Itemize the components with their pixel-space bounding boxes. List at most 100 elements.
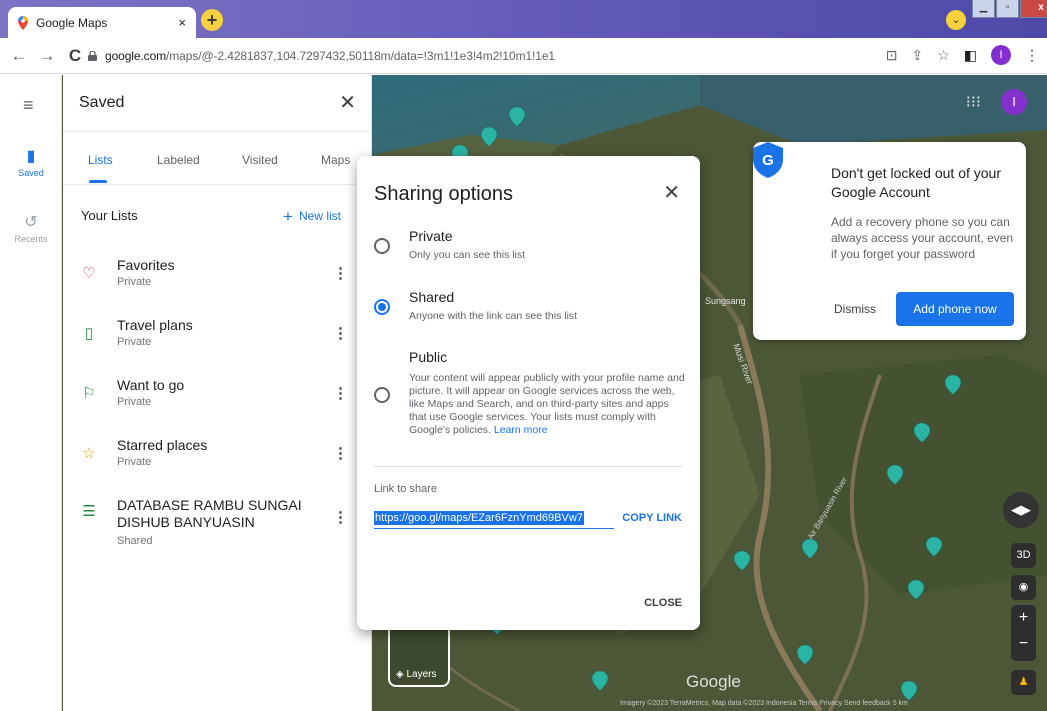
bookmark-star-icon[interactable]: ☆ <box>937 47 950 64</box>
list-item-starred-places[interactable]: ☆ Starred places Private ⋮ <box>63 428 372 486</box>
list-item-travel-plans[interactable]: ▯ Travel plans Private ⋮ <box>63 308 372 366</box>
tab-visited[interactable]: Visited <box>242 153 278 167</box>
your-lists-title: Your Lists <box>81 208 138 223</box>
option-shared[interactable]: Shared Anyone with the link can see this… <box>357 287 700 333</box>
copy-link-button[interactable]: COPY LINK <box>622 512 682 524</box>
map-label-sungsang: Sungsang <box>705 296 746 306</box>
rail-recents-label: Recents <box>14 234 48 244</box>
browser-tab[interactable]: Google Maps × <box>8 7 196 38</box>
radio-shared[interactable] <box>374 299 390 315</box>
google-apps-icon[interactable]: ⁝⁝⁝ <box>966 92 981 112</box>
option-desc: Only you can see this list <box>409 249 526 261</box>
browser-menu-icon[interactable]: ⋮ <box>1025 47 1039 64</box>
add-phone-now-button[interactable]: Add phone now <box>896 292 1014 326</box>
panel-tabs: Lists Labeled Visited Maps <box>63 132 372 185</box>
address-bar-actions: ⊡ ⇪ ☆ ◧ I ⋮ <box>886 45 1039 65</box>
share-link-field[interactable]: https://goo.gl/maps/EZar6FznYmd69BVw7 <box>374 509 614 529</box>
minimize-icon[interactable]: ▁ <box>972 0 995 18</box>
address-bar: ← → C google.com/maps/@-2.4281837,104.72… <box>0 38 1047 74</box>
saved-panel: Saved ✕ Lists Labeled Visited Maps Your … <box>63 75 372 711</box>
more-options-icon[interactable]: ⋮ <box>333 444 348 462</box>
radio-public[interactable] <box>374 387 390 403</box>
list-name: DATABASE RAMBU SUNGAI DISHUB BANYUASIN <box>117 497 302 530</box>
more-options-icon[interactable]: ⋮ <box>333 264 348 282</box>
option-title: Private <box>409 228 453 244</box>
tab-maps[interactable]: Maps <box>321 153 350 167</box>
maps-pin-icon <box>18 15 28 30</box>
more-options-icon[interactable]: ⋮ <box>333 384 348 402</box>
zoom-control: + − <box>1011 605 1036 661</box>
back-arrow-icon[interactable]: ← <box>8 46 30 66</box>
pegman-icon[interactable]: ♟ <box>1011 670 1036 695</box>
lists-header: Your Lists + New list <box>63 185 372 245</box>
url-path: /maps/@-2.4281837,104.7297432,50118m/dat… <box>166 49 555 63</box>
tab-labeled[interactable]: Labeled <box>157 153 200 167</box>
dialog-divider <box>374 466 682 467</box>
option-public[interactable]: Public Your content will appear publicly… <box>357 347 700 447</box>
dismiss-button[interactable]: Dismiss <box>815 292 895 326</box>
suitcase-icon: ▯ <box>84 325 94 342</box>
panel-title: Saved <box>79 94 125 111</box>
list-name: Favorites <box>117 257 175 273</box>
bookmark-icon: ▮ <box>26 148 36 165</box>
panel-close-icon[interactable]: ✕ <box>339 90 356 115</box>
list-item-database-rambu[interactable]: ☰ DATABASE RAMBU SUNGAI DISHUB BANYUASIN… <box>63 488 372 568</box>
list-item-want-to-go[interactable]: ⚐ Want to go Private ⋮ <box>63 368 372 426</box>
active-tab-indicator <box>89 180 107 183</box>
option-private[interactable]: Private Only you can see this list <box>357 226 700 272</box>
rail-item-saved[interactable]: ▮ Saved <box>0 146 62 178</box>
card-body: Add a recovery phone so you can always a… <box>831 215 1014 261</box>
option-desc: Anyone with the link can see this list <box>409 310 578 322</box>
google-shield-icon: G <box>753 142 783 178</box>
list-name: Want to go <box>117 377 185 393</box>
menu-icon[interactable]: ≡ <box>23 95 34 116</box>
my-location-icon[interactable]: ◉ <box>1011 575 1036 600</box>
list-item-favorites[interactable]: ♡ Favorites Private ⋮ <box>63 248 372 306</box>
browser-titlebar: Google Maps × + ⌄ ▁ ▫ x <box>0 0 1047 38</box>
rail-item-recents[interactable]: ↺ Recents <box>0 212 62 244</box>
more-options-icon[interactable]: ⋮ <box>333 508 348 526</box>
restore-icon[interactable]: ▫ <box>996 0 1019 18</box>
sidepanel-icon[interactable]: ◧ <box>964 47 977 64</box>
new-list-button[interactable]: + New list <box>283 207 341 227</box>
flag-icon: ⚐ <box>82 385 96 402</box>
recovery-phone-card: G Don't get locked out of your Google Ac… <box>753 142 1026 340</box>
url-text: google.com/maps/@-2.4281837,104.7297432,… <box>105 49 555 63</box>
new-tab-button[interactable]: + <box>201 9 223 31</box>
zoom-in-icon[interactable]: + <box>1011 605 1036 631</box>
rail-saved-label: Saved <box>18 168 44 178</box>
url-omnibox[interactable]: google.com/maps/@-2.4281837,104.7297432,… <box>88 43 878 69</box>
layers-label: ◈ Layers <box>396 669 437 680</box>
list-name: Travel plans <box>117 317 193 333</box>
card-title: Don't get locked out of your Google Acco… <box>831 165 1001 200</box>
sharing-options-dialog: Sharing options ✕ Private Only you can s… <box>357 156 700 630</box>
dialog-close-icon[interactable]: ✕ <box>663 180 680 205</box>
option-desc: Your content will appear publicly with y… <box>409 372 685 437</box>
layers-text: Layers <box>406 669 437 680</box>
lock-icon <box>88 51 97 61</box>
window-close-icon[interactable]: x <box>1020 0 1047 18</box>
forward-arrow-icon[interactable]: → <box>36 46 58 66</box>
radio-private[interactable] <box>374 238 390 254</box>
option-title: Shared <box>409 289 455 305</box>
compass-icon[interactable]: ◀▶ <box>1003 492 1039 528</box>
zoom-out-icon[interactable]: − <box>1011 631 1036 657</box>
account-avatar[interactable]: I <box>1001 89 1027 115</box>
star-icon: ☆ <box>82 445 96 462</box>
option-title: Public <box>409 349 448 365</box>
tab-search-icon[interactable]: ⌄ <box>946 10 966 30</box>
tab-close-icon[interactable]: × <box>178 15 186 30</box>
tab-lists[interactable]: Lists <box>88 153 113 167</box>
maps-app: Sungsang Musi River Air Banyuasin River <box>0 75 1047 711</box>
list-visibility: Shared <box>117 535 153 547</box>
install-app-icon[interactable]: ⊡ <box>886 47 898 64</box>
list-visibility: Private <box>117 336 152 348</box>
browser-profile-avatar[interactable]: I <box>991 45 1011 65</box>
tilt-3d-button[interactable]: 3D <box>1011 543 1036 568</box>
left-rail: ≡ ▮ Saved ↺ Recents <box>0 75 62 711</box>
more-options-icon[interactable]: ⋮ <box>333 324 348 342</box>
close-button[interactable]: CLOSE <box>644 597 682 609</box>
share-icon[interactable]: ⇪ <box>911 47 923 64</box>
learn-more-link[interactable]: Learn more <box>494 424 548 436</box>
reload-icon[interactable]: C <box>64 46 86 66</box>
